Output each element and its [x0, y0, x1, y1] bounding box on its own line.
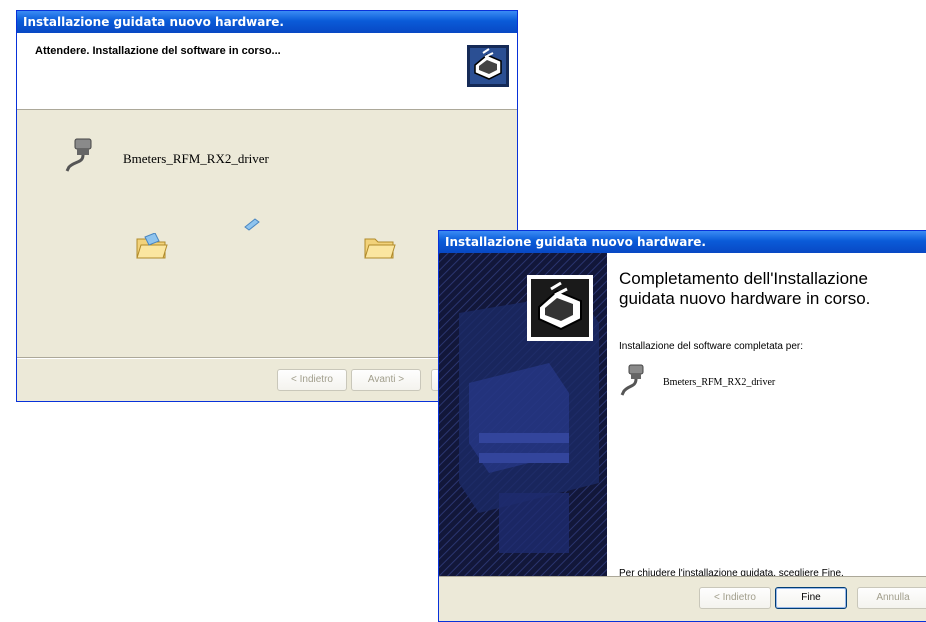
hardware-wizard-icon — [467, 45, 509, 87]
finish-button[interactable]: Fine — [775, 587, 847, 609]
back-button[interactable]: < Indietro — [699, 587, 771, 609]
wizard-header: Attendere. Installazione del software in… — [17, 33, 517, 110]
cancel-button[interactable]: Annulla — [857, 587, 926, 609]
driver-name: Bmeters_RFM_RX2_driver — [663, 377, 776, 388]
completion-heading: Completamento dell'Installazione guidata… — [619, 269, 871, 308]
serial-plug-icon — [65, 138, 92, 172]
back-button[interactable]: < Indietro — [277, 369, 347, 391]
wizard-content: Completamento dell'Installazione guidata… — [607, 253, 926, 579]
wizard-footer: < Indietro Fine Annulla — [439, 576, 926, 621]
driver-name: Bmeters_RFM_RX2_driver — [123, 151, 269, 166]
progress-message: Attendere. Installazione del software in… — [35, 45, 281, 57]
folder-icon — [364, 238, 396, 259]
window-title[interactable]: Installazione guidata nuovo hardware. — [17, 11, 517, 33]
window-title[interactable]: Installazione guidata nuovo hardware. — [439, 231, 926, 253]
hardware-wizard-icon — [527, 275, 593, 341]
completion-subtext: Installazione del software completata pe… — [619, 341, 803, 352]
install-complete-window: Installazione guidata nuovo hardware. Co… — [438, 230, 926, 622]
serial-plug-icon — [620, 364, 644, 396]
wizard-sidebar-graphic — [439, 253, 607, 577]
next-button[interactable]: Avanti > — [351, 369, 421, 391]
folder-icon — [136, 233, 168, 259]
flying-document-icon — [244, 218, 260, 231]
